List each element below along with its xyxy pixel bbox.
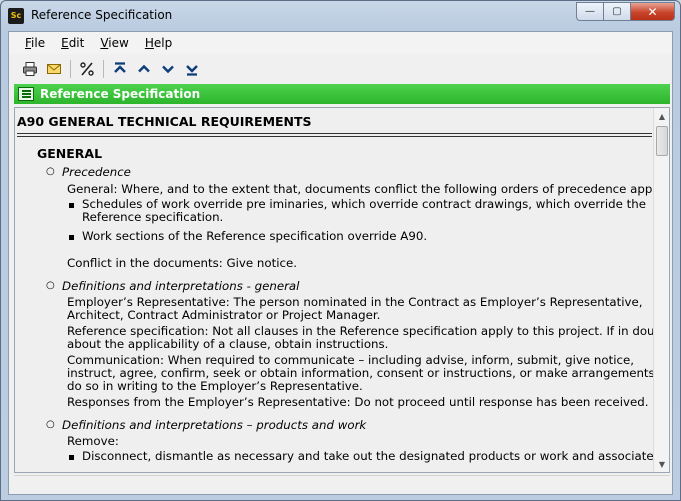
percent-button[interactable]: [76, 58, 98, 80]
heading-general: GENERAL: [37, 146, 103, 161]
clause-text: Reference specification: Not all clauses…: [67, 324, 654, 338]
document-content: A90 GENERAL TECHNICAL REQUIREMENTS GENER…: [15, 108, 654, 472]
bullet-text: Work sections of the Reference specifica…: [82, 229, 428, 243]
clause-title-definitions-general[interactable]: Definitions and interpretations - genera…: [62, 279, 299, 293]
maximize-button[interactable]: ▢: [603, 2, 630, 21]
app-window: Sc Reference Specification — ▢ ✕ File Ed…: [0, 0, 681, 501]
close-button[interactable]: ✕: [630, 2, 675, 21]
clause-text: Conflict in the documents: Give notice.: [67, 256, 298, 270]
toolbar: [9, 56, 672, 82]
clause-marker: ○: [46, 166, 55, 177]
email-icon: [47, 64, 61, 74]
section-rule: [17, 133, 652, 134]
first-icon: [114, 62, 126, 73]
clause-title-precedence[interactable]: Precedence: [62, 165, 131, 179]
last-button[interactable]: [181, 58, 203, 80]
scroll-thumb[interactable]: [656, 126, 668, 156]
menu-file-label: ile: [31, 36, 46, 50]
document-viewer[interactable]: A90 GENERAL TECHNICAL REQUIREMENTS GENER…: [14, 107, 670, 473]
title-bar[interactable]: Sc Reference Specification — ▢ ✕: [1, 1, 680, 31]
bullet-text: Schedules of work override pre iminaries…: [82, 197, 647, 211]
status-bar: [14, 475, 670, 493]
bullet-text: Reference specification.: [82, 210, 224, 224]
previous-icon: [138, 64, 150, 73]
clause-text: Employer’s Representative: The person no…: [67, 295, 643, 309]
scroll-down-button[interactable]: ▼: [654, 456, 669, 472]
menu-view-label: iew: [108, 36, 129, 50]
menu-view[interactable]: View: [92, 36, 136, 50]
window-controls: — ▢ ✕: [576, 2, 675, 22]
minimize-button[interactable]: —: [576, 2, 603, 21]
clause-marker: ○: [46, 419, 55, 430]
menu-bar: File Edit View Help: [9, 32, 672, 54]
close-icon: ✕: [647, 4, 658, 19]
reference-spec-title: Reference Specification: [40, 87, 201, 101]
vertical-scrollbar[interactable]: ▲ ▼: [653, 108, 669, 472]
menu-edit-label: dit: [68, 36, 85, 50]
scroll-up-button[interactable]: ▲: [654, 108, 669, 124]
percent-icon: [80, 62, 94, 76]
app-logo-icon: Sc: [8, 8, 24, 24]
next-icon: [162, 65, 174, 74]
bullet-marker: [69, 455, 74, 460]
chevron-up-icon: ▲: [658, 111, 666, 121]
bullet-marker: [69, 235, 74, 240]
menu-help[interactable]: Help: [137, 36, 180, 50]
first-button[interactable]: [109, 58, 131, 80]
menu-help-accel: H: [144, 36, 154, 50]
menu-edit[interactable]: Edit: [53, 36, 92, 50]
chevron-down-icon: ▼: [658, 459, 666, 469]
last-icon: [186, 65, 198, 76]
client-area: File Edit View Help Reference Specificat…: [8, 31, 673, 495]
minimize-icon: —: [585, 6, 595, 17]
section-title: A90 GENERAL TECHNICAL REQUIREMENTS: [17, 114, 312, 129]
clause-text: do so in writing to the Employer’s Repre…: [67, 379, 363, 393]
email-button[interactable]: [43, 58, 65, 80]
menu-help-label: elp: [153, 36, 173, 50]
clause-text: instruct, agree, confirm, seek or obtain…: [67, 366, 654, 380]
maximize-icon: ▢: [612, 6, 622, 17]
specification-icon: [18, 87, 34, 101]
clause-text: Responses from the Employer’s Representa…: [67, 395, 649, 409]
bullet-text: Disconnect, dismantle as necessary and t…: [82, 449, 654, 463]
reference-spec-header: Reference Specification: [14, 84, 670, 104]
clause-text: Architect, Contract Administrator or Pro…: [67, 308, 381, 322]
menu-file[interactable]: File: [17, 36, 53, 50]
clause-text: Communication: When required to communic…: [67, 353, 634, 367]
bullet-marker: [69, 203, 74, 208]
menu-edit-accel: E: [61, 36, 69, 50]
toolbar-separator: [70, 60, 71, 78]
clause-text: General: Where, and to the extent that, …: [67, 182, 654, 196]
toolbar-separator: [103, 60, 104, 78]
clause-text: Remove:: [67, 434, 119, 448]
clause-title-definitions-products[interactable]: Definitions and interpretations – produc…: [62, 418, 366, 432]
next-button[interactable]: [157, 58, 179, 80]
clause-marker: ○: [46, 280, 55, 291]
printer-icon: [23, 62, 37, 76]
clause-text: about the applicability of a clause, obt…: [67, 337, 389, 351]
section-rule: [17, 136, 652, 137]
previous-button[interactable]: [133, 58, 155, 80]
window-title: Reference Specification: [31, 8, 173, 22]
print-button[interactable]: [19, 58, 41, 80]
